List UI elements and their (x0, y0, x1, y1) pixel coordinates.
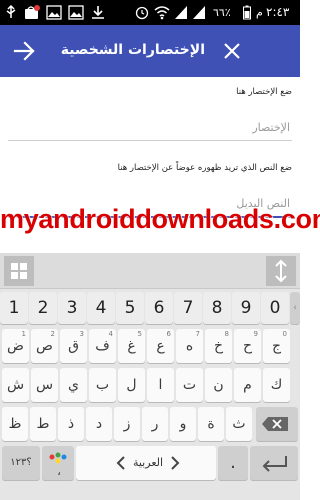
image-notification-icon (46, 5, 62, 20)
battery-icon (243, 5, 251, 20)
key-9[interactable]: 9 (232, 292, 260, 324)
key-dal[interactable]: د (86, 407, 112, 441)
space-key[interactable]: العربية (76, 446, 216, 480)
key-ta-marbuta[interactable]: ة (198, 407, 224, 441)
key-7[interactable]: 7 (174, 292, 202, 324)
clock: ٢:٤٣ (266, 5, 290, 19)
page-title: الإختصارات الشخصية (60, 42, 205, 58)
key-8[interactable]: 8 (203, 292, 231, 324)
enter-key[interactable] (250, 446, 298, 480)
backspace-key[interactable] (256, 407, 298, 441)
image-notification-icon-2 (68, 5, 84, 20)
key-ghain[interactable]: 5غ (118, 329, 145, 363)
key-6[interactable]: 6 (145, 292, 173, 324)
key-sad[interactable]: 2ص (31, 329, 58, 363)
watermark: myandroiddownloads.com (0, 204, 320, 234)
key-zay[interactable]: ز (114, 407, 140, 441)
period-key[interactable]: . (218, 446, 248, 480)
app-bar: الإختصارات الشخصية (0, 25, 300, 77)
key-3[interactable]: 3 (58, 292, 86, 324)
key-ra[interactable]: ر (142, 407, 168, 441)
usb-icon (6, 5, 16, 18)
key-qaf[interactable]: 3ق (60, 329, 87, 363)
wifi-icon (154, 6, 170, 20)
battery-percent: ٦٦٪ (213, 6, 231, 19)
keyboard: 1 2 3 4 5 6 7 8 9 0 ‹ 1ض 2ص 3ق 4ف 5غ 6ع … (0, 253, 300, 500)
store-notification-icon (25, 5, 40, 19)
key-fa[interactable]: 4ف (89, 329, 116, 363)
key-ba[interactable]: ب (89, 368, 116, 402)
grid-icon (11, 263, 27, 279)
key-nun[interactable]: ن (205, 368, 232, 402)
key-dhal[interactable]: ذ (58, 407, 84, 441)
download-icon (92, 6, 104, 19)
key-hha[interactable]: 9ح (234, 329, 261, 363)
language-label: العربية (132, 456, 164, 469)
key-ain[interactable]: 6ع (147, 329, 174, 363)
key-jim[interactable]: 0ج (263, 329, 290, 363)
keyboard-toolbar (0, 253, 300, 289)
key-ha[interactable]: 7ه (176, 329, 203, 363)
key-4[interactable]: 4 (87, 292, 115, 324)
status-bar: ٦٦٪ م ٢:٤٣ (0, 0, 300, 25)
key-tta[interactable]: ط (30, 407, 56, 441)
key-dha[interactable]: ظ (2, 407, 28, 441)
alarm-icon (135, 6, 149, 20)
signal-icon (175, 6, 187, 19)
key-1[interactable]: 1 (0, 292, 28, 324)
key-mim[interactable]: م (234, 368, 261, 402)
key-tha[interactable]: ث (226, 407, 252, 441)
key-lam[interactable]: ل (118, 368, 145, 402)
emoji-key[interactable]: ، (42, 446, 74, 480)
key-ya[interactable]: ي (60, 368, 87, 402)
key-kaf[interactable]: ك (263, 368, 290, 402)
backspace-icon (262, 417, 288, 431)
key-shin[interactable]: ش (2, 368, 29, 402)
key-0[interactable]: 0 (261, 292, 289, 324)
shortcut-label: ضع الإختصار هنا (236, 87, 292, 97)
key-5[interactable]: 5 (116, 292, 144, 324)
symbols-key[interactable]: ؟١٢٣ (2, 446, 40, 480)
arrow-right-icon[interactable] (10, 37, 38, 65)
cursor-move-button[interactable] (266, 256, 296, 286)
cursor-move-icon (275, 259, 287, 283)
close-icon[interactable] (218, 37, 246, 65)
key-dad[interactable]: 1ض (2, 329, 29, 363)
key-2[interactable]: 2 (29, 292, 57, 324)
shortcut-input[interactable] (8, 114, 292, 140)
replacement-label: ضع النص الذي تريد ظهوره عوضاً عن الإختصا… (117, 163, 292, 173)
key-waw[interactable]: و (170, 407, 196, 441)
am-pm: م (256, 6, 263, 19)
key-sin[interactable]: س (31, 368, 58, 402)
shortcut-underline (8, 140, 292, 141)
more-numbers-key[interactable]: ‹ (290, 292, 300, 324)
key-alif[interactable]: ا (147, 368, 174, 402)
signal-icon-2 (193, 6, 205, 19)
key-ta[interactable]: ت (176, 368, 203, 402)
key-kha[interactable]: 8خ (205, 329, 232, 363)
enter-icon (262, 456, 287, 472)
grid-button[interactable] (4, 256, 34, 286)
